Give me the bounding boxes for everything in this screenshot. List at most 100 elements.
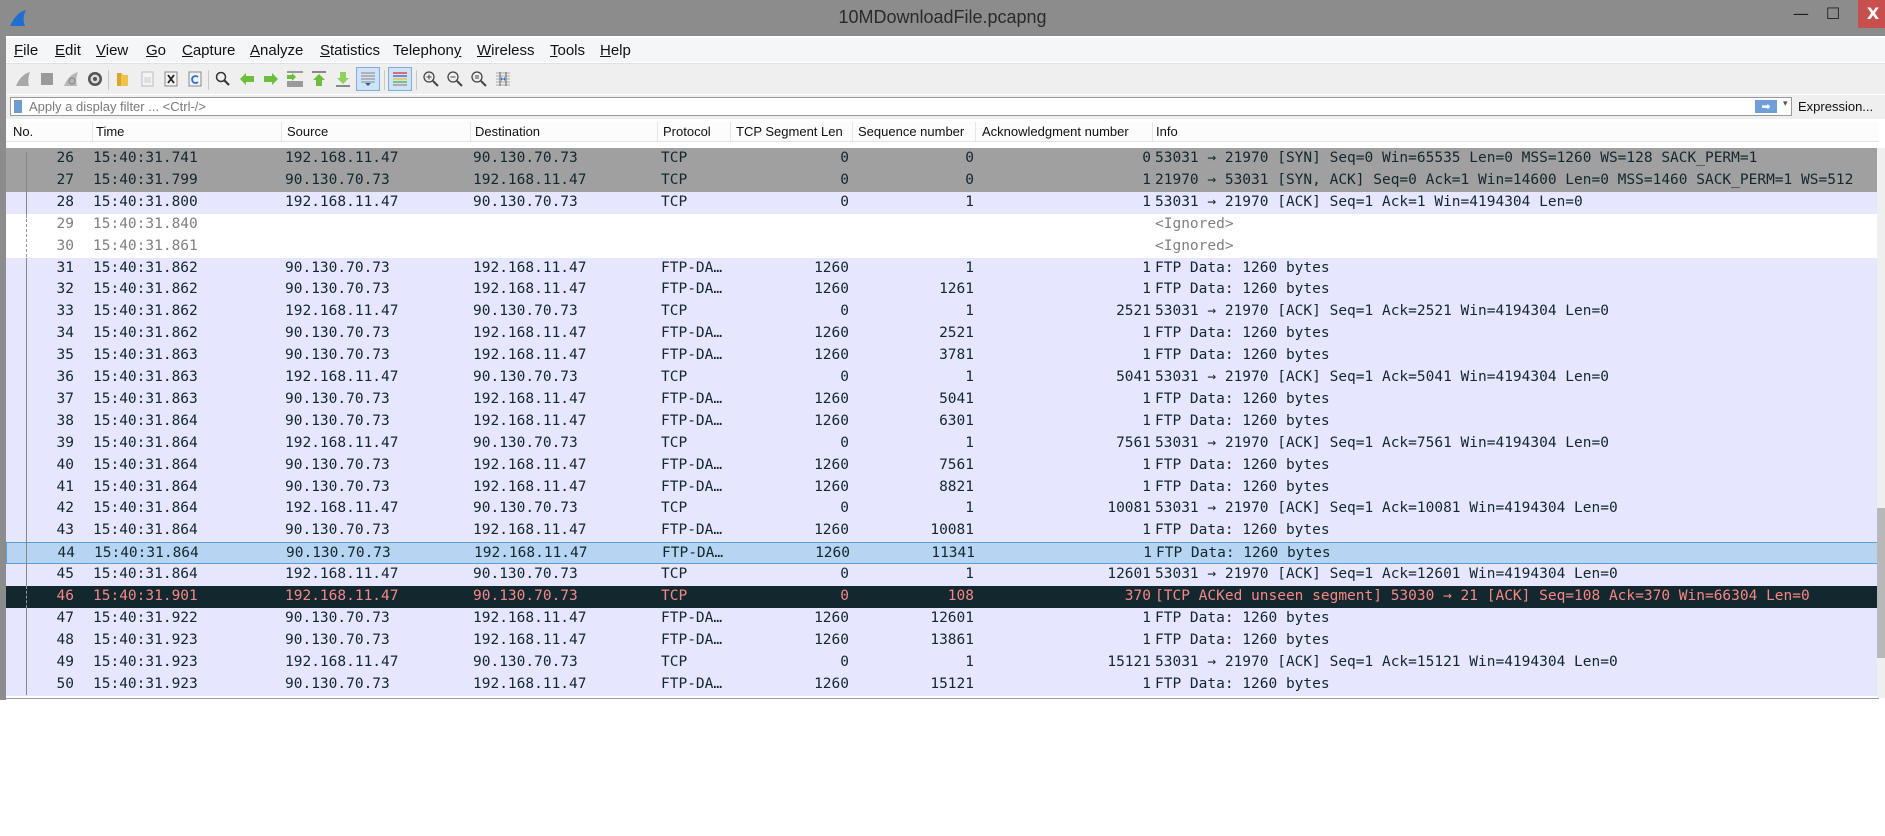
bookmark-icon[interactable] (14, 100, 22, 113)
close-button[interactable]: X (1858, 0, 1885, 28)
cell-protocol: TCP (661, 566, 688, 583)
scrollbar-thumb[interactable] (1877, 508, 1885, 658)
column-header-time[interactable]: Time (96, 124, 124, 139)
cell-time: 15:40:31.862 (93, 281, 198, 298)
go-last-packet-button[interactable] (332, 68, 354, 90)
column-separator[interactable] (1152, 122, 1153, 141)
cell-source: 192.168.11.47 (285, 500, 399, 517)
zoom-out-button[interactable] (444, 68, 466, 90)
go-to-packet-button[interactable] (284, 68, 306, 90)
menu-wireless[interactable]: Wireless (477, 42, 535, 59)
packet-row[interactable]: 49 15:40:31.923 192.168.11.47 90.130.70.73 T… (6, 651, 1879, 674)
packet-row[interactable]: 43 15:40:31.864 90.130.70.73 192.168.11.47 F… (6, 520, 1879, 543)
packet-row[interactable]: 34 15:40:31.862 90.130.70.73 192.168.11.47 F… (6, 323, 1879, 346)
column-header-source[interactable]: Source (287, 124, 328, 139)
resize-columns-button[interactable] (492, 68, 514, 90)
column-header-no[interactable]: No. (13, 124, 33, 139)
packet-row-selected[interactable]: 44 15:40:31.864 90.130.70.73 192.168.11.47 F… (6, 542, 1879, 565)
cell-tcp-segment-len: 0 (840, 588, 849, 604)
close-file-button[interactable] (160, 68, 182, 90)
cell-tcp-segment-len: 1260 (814, 631, 849, 648)
packet-row[interactable]: 28 15:40:31.800 192.168.11.47 90.130.70.73 T… (6, 191, 1879, 214)
menu-statistics[interactable]: Statistics (320, 42, 380, 59)
cell-time: 15:40:31.864 (93, 500, 198, 517)
zoom-in-button[interactable] (420, 68, 442, 90)
find-packet-button[interactable] (212, 68, 234, 90)
column-separator[interactable] (657, 122, 658, 141)
packet-row[interactable]: 46 15:40:31.901 192.168.11.47 90.130.70.73 T… (6, 586, 1879, 608)
menu-capture[interactable]: Capture (182, 42, 235, 59)
cell-tcp-segment-len: 0 (840, 150, 849, 166)
column-separator[interactable] (730, 122, 731, 141)
column-header-info[interactable]: Info (1156, 124, 1178, 139)
packet-row[interactable]: 31 15:40:31.862 90.130.70.73 192.168.11.47 F… (6, 257, 1879, 280)
packet-row[interactable]: 30 15:40:31.861 <Ignored> (6, 235, 1879, 258)
go-first-packet-button[interactable] (308, 68, 330, 90)
column-header-ack-number[interactable]: Acknowledgment number (982, 124, 1129, 139)
menu-view[interactable]: View (96, 42, 128, 59)
column-separator[interactable] (281, 122, 282, 141)
packet-row[interactable]: 41 15:40:31.864 90.130.70.73 192.168.11.47 F… (6, 476, 1879, 499)
start-capture-button[interactable] (12, 68, 34, 90)
column-header-tcp-segment-len[interactable]: TCP Segment Len (736, 124, 843, 139)
menu-help[interactable]: Help (600, 42, 631, 59)
menu-edit[interactable]: Edit (55, 42, 81, 59)
display-filter-input[interactable] (29, 98, 1729, 115)
packet-row[interactable]: 37 15:40:31.863 90.130.70.73 192.168.11.47 F… (6, 388, 1879, 411)
menu-analyze[interactable]: Analyze (250, 42, 303, 59)
packet-row[interactable]: 39 15:40:31.864 192.168.11.47 90.130.70.73 T… (6, 432, 1879, 455)
autoscroll-button[interactable] (356, 67, 380, 91)
vertical-scrollbar[interactable] (1877, 148, 1885, 698)
column-separator[interactable] (92, 122, 93, 141)
stop-capture-button[interactable] (36, 68, 58, 90)
packet-row[interactable]: 38 15:40:31.864 90.130.70.73 192.168.11.47 F… (6, 410, 1879, 433)
cell-info: 53031 → 21970 [ACK] Seq=1 Ack=5041 Win=4… (1155, 369, 1609, 385)
packet-row[interactable]: 27 15:40:31.799 90.130.70.73 192.168.11.47 T… (6, 169, 1879, 192)
maximize-button[interactable]: ☐ (1816, 0, 1850, 28)
menu-file[interactable]: File (14, 42, 38, 59)
menu-go[interactable]: Go (146, 42, 166, 59)
menu-telephony[interactable]: Telephony (393, 42, 461, 59)
packet-row[interactable]: 33 15:40:31.862 192.168.11.47 90.130.70.73 T… (6, 301, 1879, 324)
column-header-sequence-number[interactable]: Sequence number (858, 124, 964, 139)
apply-filter-arrow-icon[interactable]: ➡ (1755, 100, 1777, 113)
cell-time: 15:40:31.864 (93, 478, 198, 495)
packet-row[interactable]: 47 15:40:31.922 90.130.70.73 192.168.11.47 F… (6, 607, 1879, 630)
packet-row[interactable]: 36 15:40:31.863 192.168.11.47 90.130.70.73 T… (6, 367, 1879, 389)
column-separator[interactable] (470, 122, 471, 141)
cell-protocol: TCP (661, 150, 688, 166)
cell-ack-number: 1 (1142, 609, 1151, 626)
packet-row[interactable]: 26 15:40:31.741 192.168.11.47 90.130.70.73 T… (6, 148, 1879, 170)
packet-row[interactable]: 50 15:40:31.923 90.130.70.73 192.168.11.47 F… (6, 673, 1879, 696)
packet-row[interactable]: 48 15:40:31.923 90.130.70.73 192.168.11.47 F… (6, 629, 1879, 652)
cell-no: 40 (56, 456, 74, 473)
cell-time: 15:40:31.861 (93, 237, 198, 254)
packet-row[interactable]: 40 15:40:31.864 90.130.70.73 192.168.11.47 F… (6, 454, 1879, 477)
colorize-button[interactable] (388, 67, 412, 91)
column-header-destination[interactable]: Destination (475, 124, 540, 139)
packet-row[interactable]: 32 15:40:31.862 90.130.70.73 192.168.11.47 F… (6, 279, 1879, 302)
reload-file-button[interactable] (184, 68, 206, 90)
go-last-packet-icon (336, 72, 350, 87)
column-separator[interactable] (852, 122, 853, 141)
save-file-button[interactable] (136, 68, 158, 90)
expression-button[interactable]: Expression... (1798, 99, 1873, 114)
go-forward-button[interactable] (260, 68, 282, 90)
open-file-button[interactable] (112, 68, 134, 90)
capture-options-button[interactable] (84, 68, 106, 90)
minimize-button[interactable]: — (1786, 0, 1816, 28)
column-header-protocol[interactable]: Protocol (663, 124, 711, 139)
go-back-button[interactable] (236, 68, 258, 90)
packet-row[interactable]: 42 15:40:31.864 192.168.11.47 90.130.70.73 T… (6, 498, 1879, 521)
cell-tcp-segment-len: 0 (840, 434, 849, 451)
packet-row[interactable]: 45 15:40:31.864 192.168.11.47 90.130.70.73 T… (6, 564, 1879, 587)
packet-row[interactable]: 35 15:40:31.863 90.130.70.73 192.168.11.47 F… (6, 345, 1879, 368)
menu-tools[interactable]: Tools (550, 42, 585, 59)
packet-row[interactable]: 29 15:40:31.840 <Ignored> (6, 213, 1879, 236)
zoom-normal-button[interactable] (468, 68, 490, 90)
column-separator[interactable] (975, 122, 976, 141)
cell-info: <Ignored> (1155, 215, 1234, 232)
cell-no: 38 (56, 412, 74, 429)
filter-history-dropdown-icon[interactable]: ▾ (1783, 99, 1788, 109)
restart-capture-button[interactable] (60, 68, 82, 90)
